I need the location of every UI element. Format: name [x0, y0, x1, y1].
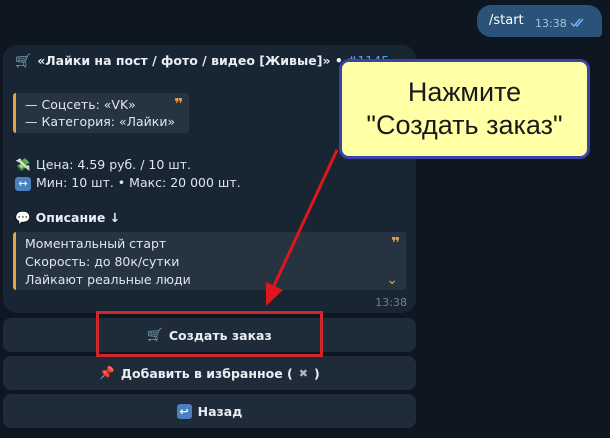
instruction-callout: Нажмите "Создать заказ" — [339, 59, 590, 159]
callout-line2: "Создать заказ" — [366, 110, 563, 140]
callout-line1: Нажмите — [407, 77, 522, 107]
